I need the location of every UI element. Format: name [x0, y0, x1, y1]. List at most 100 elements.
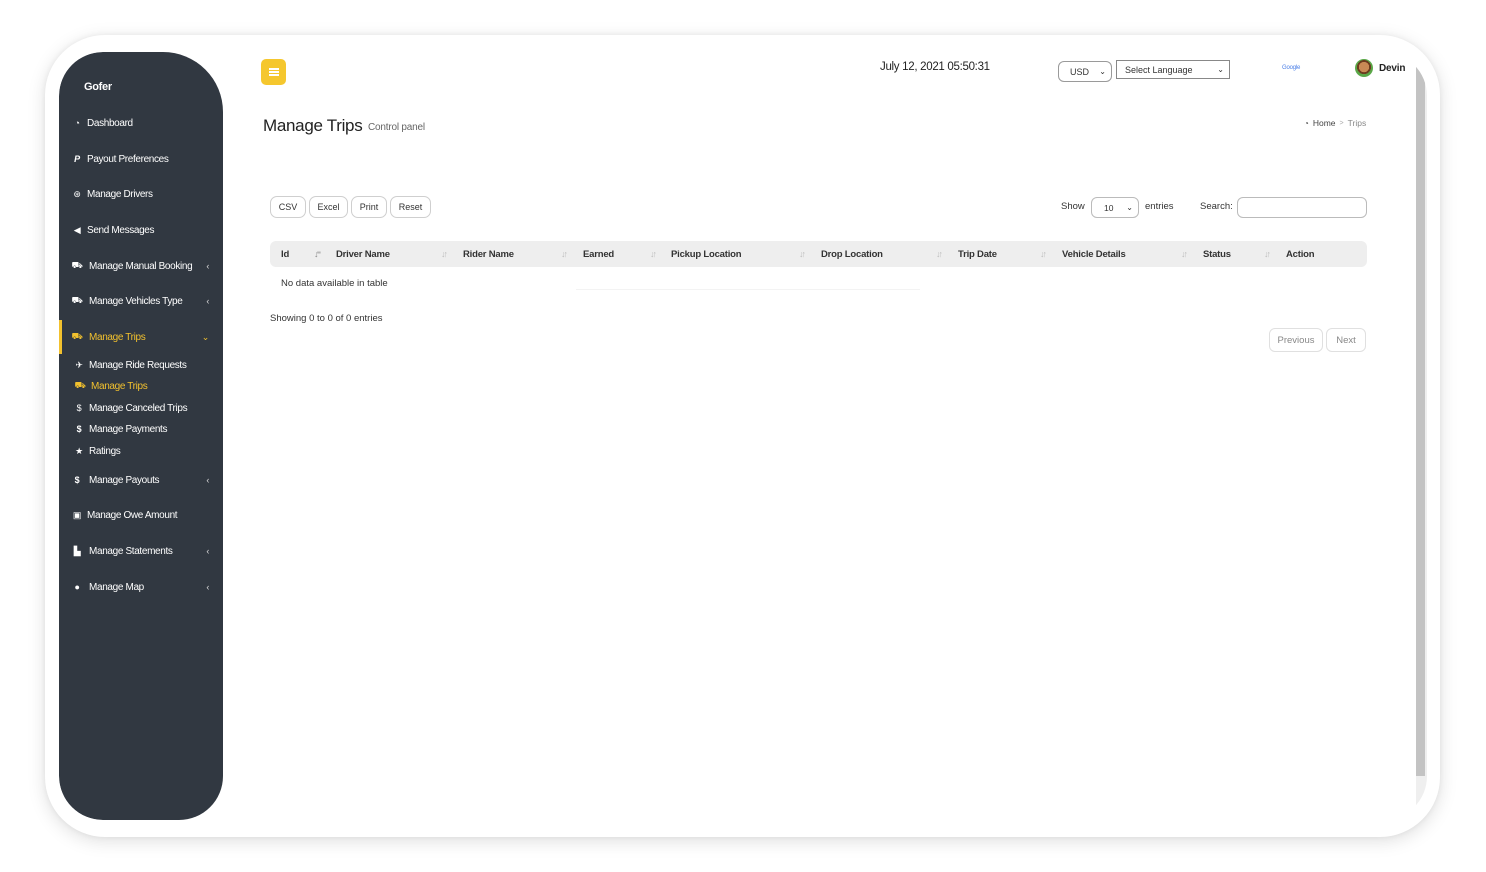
chevron-left-icon: ‹	[206, 582, 209, 592]
sidebar-subitem-manage-payments[interactable]: $ Manage Payments	[59, 419, 223, 439]
sidebar-item-manage-payouts[interactable]: $ Manage Payouts ‹	[59, 465, 223, 495]
sidebar-item-label: Payout Preferences	[87, 153, 169, 165]
sidebar-item-label: Manage Manual Booking	[89, 260, 193, 272]
sidebar-subitem-label: Manage Trips	[91, 380, 148, 392]
table-header: Id ↓⁼ Driver Name ↓↑ Rider Name ↓↑ Earne…	[270, 241, 1367, 267]
currency-select[interactable]: USD ⌄	[1058, 61, 1112, 82]
column-header-id[interactable]: Id	[281, 241, 289, 267]
column-header-trip-date[interactable]: Trip Date	[958, 241, 997, 267]
car-icon: ⛟	[71, 260, 83, 270]
sidebar-item-manage-vehicles-type[interactable]: ⛟ Manage Vehicles Type ‹	[59, 286, 223, 316]
sidebar-item-manage-trips[interactable]: ⛟ Manage Trips ⌄	[59, 322, 223, 352]
brand-logo[interactable]: Gofer	[84, 81, 112, 93]
search-input[interactable]	[1237, 197, 1367, 218]
reset-button[interactable]: Reset	[390, 196, 431, 218]
sidebar-item-label: Manage Payouts	[89, 474, 160, 486]
life-ring-icon: ⊛	[73, 188, 81, 199]
sidebar: Gofer ◔ Dashboard P Payout Preferences ⊛…	[59, 52, 223, 820]
google-translate-logo: Google	[1282, 65, 1301, 71]
sidebar-item-label: Manage Vehicles Type	[89, 295, 183, 307]
sidebar-item-label: Send Messages	[87, 224, 155, 236]
breadcrumb: ◔ Home > Trips	[1304, 118, 1366, 128]
sidebar-item-manage-drivers[interactable]: ⊛ Manage Drivers	[59, 179, 223, 209]
user-avatar[interactable]	[1355, 59, 1373, 77]
hamburger-menu-button[interactable]	[261, 59, 286, 85]
map-marker-icon: ●	[74, 582, 80, 592]
column-header-vehicle-details[interactable]: Vehicle Details	[1062, 241, 1126, 267]
previous-page-button[interactable]: Previous	[1269, 328, 1323, 352]
sidebar-item-label: Dashboard	[87, 117, 133, 129]
dashboard-icon: ◔	[1304, 118, 1309, 128]
sidebar-item-label: Manage Drivers	[87, 188, 153, 200]
sidebar-item-payout-preferences[interactable]: P Payout Preferences	[59, 144, 223, 174]
sidebar-item-manage-map[interactable]: ● Manage Map ‹	[59, 572, 223, 602]
chevron-left-icon: ‹	[206, 546, 209, 556]
sidebar-item-manage-manual-booking[interactable]: ⛟ Manage Manual Booking ‹	[59, 251, 223, 281]
page-subtitle: Control panel	[368, 122, 425, 133]
column-header-pickup-location[interactable]: Pickup Location	[671, 241, 742, 267]
sort-icon[interactable]: ↓↑	[1040, 241, 1047, 267]
sidebar-item-dashboard[interactable]: ◔ Dashboard	[59, 108, 223, 138]
sort-icon[interactable]: ↓↑	[1264, 241, 1271, 267]
csv-button[interactable]: CSV	[270, 196, 306, 218]
column-header-action[interactable]: Action	[1286, 241, 1315, 267]
print-button[interactable]: Print	[351, 196, 387, 218]
chevron-left-icon: ‹	[206, 296, 209, 306]
dollar-icon: $	[74, 475, 80, 485]
excel-button[interactable]: Excel	[309, 196, 348, 218]
column-header-driver-name[interactable]: Driver Name	[336, 241, 390, 267]
page-length-select[interactable]: 10 ⌄	[1091, 197, 1139, 218]
taxi-icon: ⛟	[71, 331, 83, 341]
current-datetime: July 12, 2021 05:50:31	[880, 61, 990, 73]
sort-icon[interactable]: ↓↑	[1181, 241, 1188, 267]
sidebar-subitem-manage-trips[interactable]: ⛟ Manage Trips	[59, 376, 223, 396]
sidebar-subitem-label: Manage Ride Requests	[89, 359, 187, 371]
table-empty-message: No data available in table	[281, 278, 388, 289]
column-header-drop-location[interactable]: Drop Location	[821, 241, 883, 267]
sidebar-subitem-ratings[interactable]: ★ Ratings	[59, 441, 223, 461]
column-header-earned[interactable]: Earned	[583, 241, 614, 267]
sidebar-subitem-manage-canceled-trips[interactable]: $ Manage Canceled Trips	[59, 398, 223, 418]
sort-icon[interactable]: ↓↑	[561, 241, 568, 267]
car-icon: ⛟	[71, 295, 83, 305]
scrollbar-thumb[interactable]	[1416, 64, 1425, 776]
language-select[interactable]: Select Language ⌄	[1116, 60, 1230, 79]
area-chart-icon: ▙	[73, 545, 81, 556]
sidebar-item-label: Manage Statements	[89, 545, 173, 557]
dollar-icon: $	[76, 424, 82, 434]
paper-plane-icon: ✈	[75, 359, 83, 370]
column-header-rider-name[interactable]: Rider Name	[463, 241, 514, 267]
breadcrumb-home[interactable]: Home	[1313, 118, 1336, 128]
language-placeholder: Select Language	[1125, 64, 1193, 75]
bullhorn-icon: ◀	[73, 224, 81, 235]
paypal-icon: P	[74, 154, 80, 164]
sidebar-item-label: Manage Trips	[89, 331, 146, 343]
sort-icon[interactable]: ↓↑	[441, 241, 448, 267]
page-length-value: 10	[1104, 202, 1114, 213]
chevron-left-icon: ‹	[206, 475, 209, 485]
money-bill-icon: ▣	[72, 509, 82, 520]
sidebar-item-manage-statements[interactable]: ▙ Manage Statements ‹	[59, 536, 223, 566]
next-page-button[interactable]: Next	[1326, 328, 1366, 352]
search-label: Search:	[1200, 201, 1233, 212]
sidebar-subitem-manage-ride-requests[interactable]: ✈ Manage Ride Requests	[59, 355, 223, 375]
currency-value: USD	[1070, 66, 1090, 77]
sidebar-subitem-label: Manage Canceled Trips	[89, 402, 188, 414]
chevron-down-icon: ⌄	[1099, 67, 1106, 76]
sidebar-item-send-messages[interactable]: ◀ Send Messages	[59, 215, 223, 245]
sort-desc-icon[interactable]: ↓⁼	[314, 241, 321, 267]
sort-icon[interactable]: ↓↑	[799, 241, 806, 267]
sidebar-subitem-label: Manage Payments	[89, 423, 168, 435]
sidebar-subitem-label: Ratings	[89, 445, 121, 457]
sort-icon[interactable]: ↓↑	[936, 241, 943, 267]
star-icon: ★	[75, 445, 83, 456]
column-header-status[interactable]: Status	[1203, 241, 1231, 267]
sidebar-item-manage-owe-amount[interactable]: ▣ Manage Owe Amount	[59, 500, 223, 530]
user-name[interactable]: Devin	[1379, 63, 1405, 74]
canceled-money-icon: $	[76, 403, 82, 413]
sort-icon[interactable]: ↓↑	[650, 241, 657, 267]
chevron-down-icon: ⌄	[1126, 203, 1133, 212]
sidebar-item-label: Manage Owe Amount	[87, 509, 178, 521]
page-title: Manage Trips	[263, 116, 363, 135]
show-label: Show	[1061, 201, 1085, 212]
